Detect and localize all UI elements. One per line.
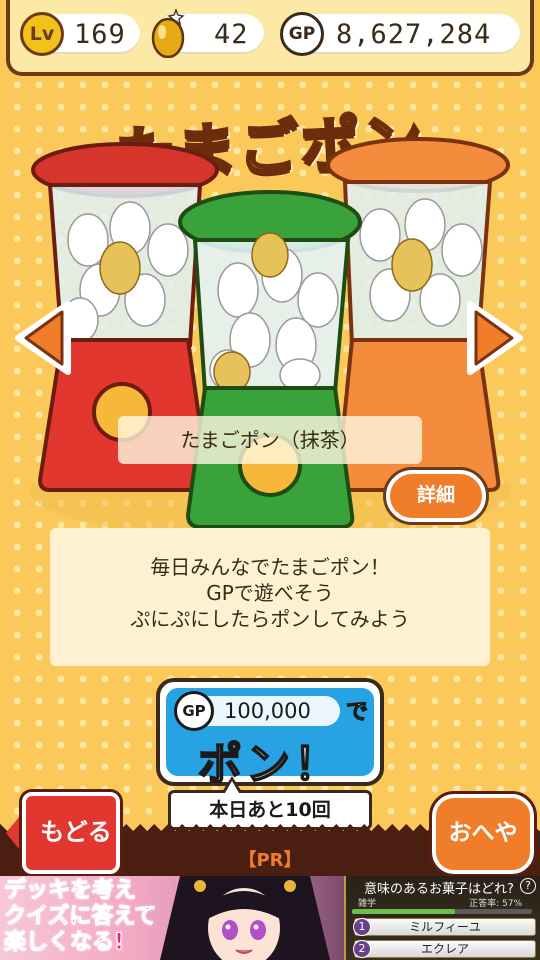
pon-cost-value: 100,000: [224, 699, 311, 723]
description-line-3: ぷにぷにしたらポンしてみよう: [130, 607, 410, 631]
machine-center[interactable]: [178, 190, 362, 529]
quiz-option-2-number: 2: [353, 940, 371, 958]
pon-cost: GP 100,000: [174, 691, 340, 731]
quiz-rate: 正答率: 57%: [469, 899, 522, 909]
back-button[interactable]: もどる: [6, 792, 120, 874]
detail-button[interactable]: 詳細: [386, 470, 486, 522]
quiz-option-1-label: ミルフィーユ: [409, 920, 481, 934]
ad-character-illustration: [160, 876, 330, 960]
description-line-2: GPで遊べそう: [206, 581, 334, 605]
quiz-progress-bar: [352, 909, 532, 914]
description-box: 毎日みんなでたまごポン！ GPで遊べそう ぷにぷにしたらポンしてみよう: [50, 528, 490, 666]
pon-button[interactable]: GP 100,000 で ポン！: [156, 678, 384, 791]
pon-button-face[interactable]: GP 100,000 で ポン！: [166, 688, 374, 791]
pon-label: ポン！: [197, 738, 342, 791]
quiz-meta: 雑学 正答率: 57%: [352, 896, 536, 910]
quiz-option-1-number: 1: [353, 918, 371, 936]
quiz-question: 意味のあるお菓子はどれ?: [364, 882, 514, 897]
pon-gp-badge: GP: [174, 691, 214, 731]
next-machine-arrow-icon[interactable]: [466, 300, 526, 376]
previous-machine-arrow-icon[interactable]: [12, 300, 72, 376]
quiz-option-2-label: エクレア: [420, 942, 469, 956]
description-line-1: 毎日みんなでたまごポン！: [150, 555, 390, 579]
quiz-progress-fill: [352, 909, 455, 914]
pon-cost-suffix: で: [345, 700, 369, 726]
quiz-help-icon[interactable]: ?: [520, 878, 536, 894]
back-button-label[interactable]: もどる: [22, 792, 120, 874]
quiz-option-2[interactable]: 2 エクレア: [353, 940, 536, 958]
ad-banner-left[interactable]: デッキを考え クイズに答えて 楽しくなる!: [0, 876, 344, 960]
machine-name: たまごポン（抹茶）: [118, 416, 422, 464]
quiz-option-1[interactable]: 1 ミルフィーユ: [353, 918, 536, 936]
quiz-genre: 雑学: [358, 899, 377, 909]
remaining-tail-fill: [225, 781, 239, 793]
room-button[interactable]: おへや: [432, 794, 534, 874]
ad-banner-quiz[interactable]: 意味のあるお菓子はどれ? ? 雑学 正答率: 57% 1 ミルフィーユ 2 エク…: [344, 876, 540, 960]
